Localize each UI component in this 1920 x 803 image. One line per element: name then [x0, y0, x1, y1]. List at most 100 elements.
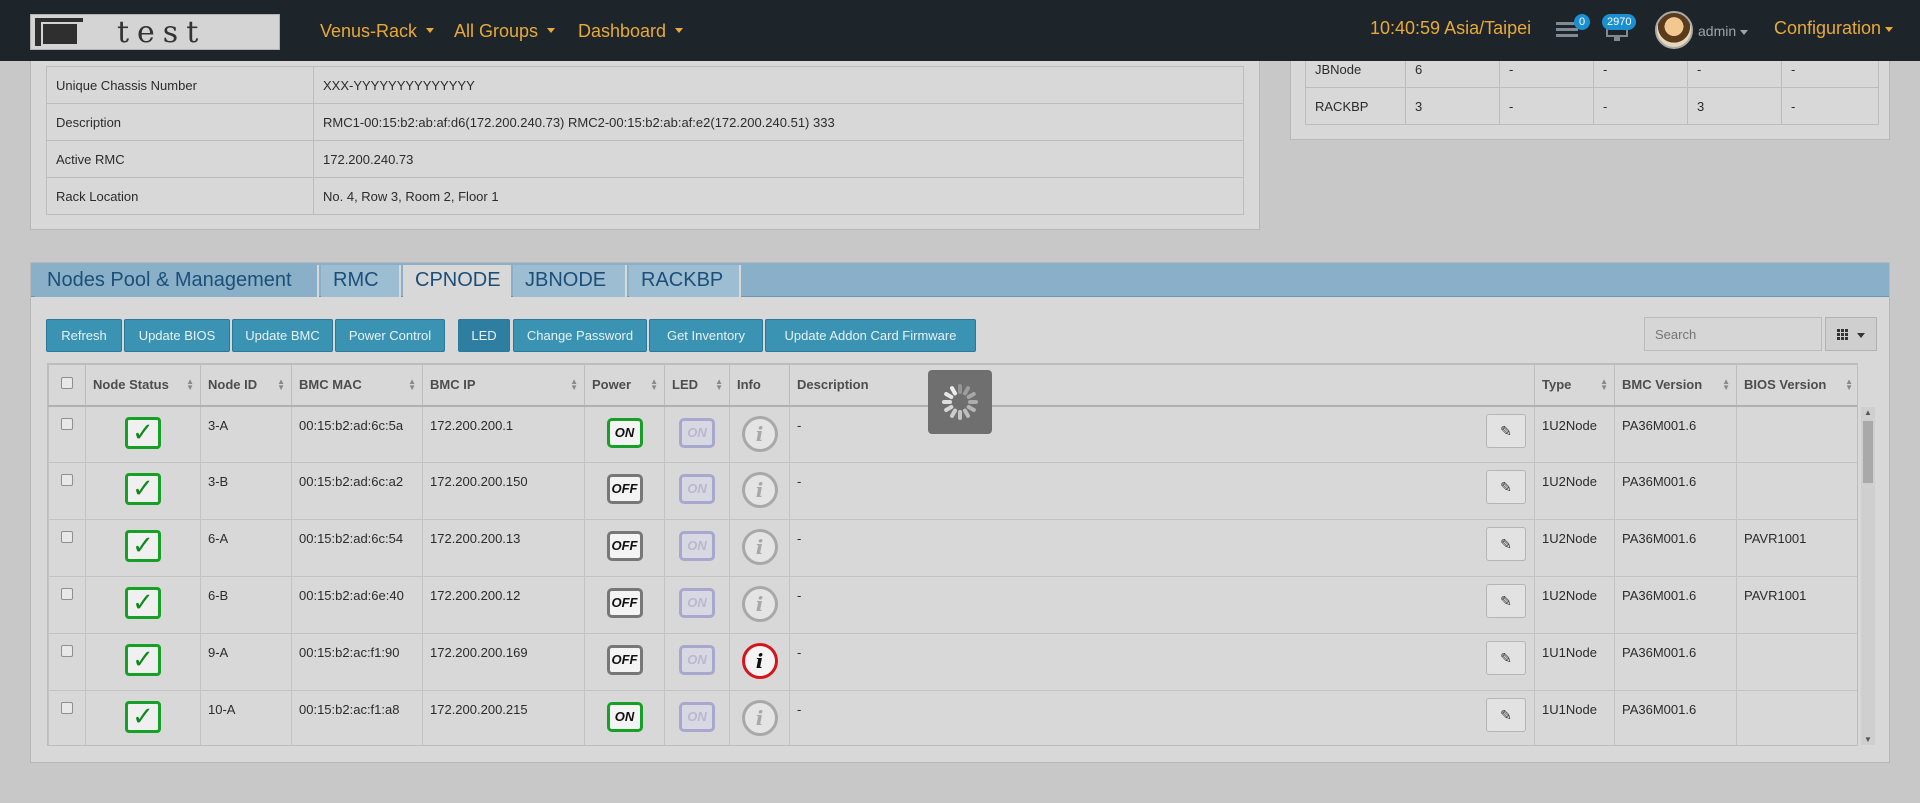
configuration-menu[interactable]: Configuration	[1774, 0, 1894, 56]
col-power[interactable]: Power ▲ ▼	[584, 364, 665, 407]
info-icon[interactable]: i	[741, 700, 778, 736]
edit-description-button[interactable]: ✎	[1486, 698, 1526, 732]
columns-toggle-button[interactable]	[1825, 317, 1877, 351]
sort-icon: ▲ ▼	[186, 377, 194, 392]
user-menu[interactable]: admin	[1698, 0, 1749, 62]
row-checkbox[interactable]	[61, 588, 73, 600]
update-addon-firmware-button[interactable]: Update Addon Card Firmware	[765, 319, 976, 352]
logo-mark-icon	[35, 18, 83, 46]
power-toggle[interactable]: ON	[606, 417, 643, 448]
info-icon[interactable]: i	[741, 643, 778, 679]
edit-description-button[interactable]: ✎	[1486, 584, 1526, 618]
led-toggle[interactable]: ON	[679, 531, 715, 561]
bmc-ip-link[interactable]: 172.200.200.215	[422, 690, 585, 745]
led-toggle[interactable]: ON	[679, 702, 715, 732]
update-bmc-button[interactable]: Update BMC	[232, 319, 333, 352]
refresh-button[interactable]: Refresh	[46, 319, 122, 352]
col-node-status[interactable]: Node Status ▲ ▼	[85, 364, 201, 407]
col-node-id[interactable]: Node ID ▲ ▼	[200, 364, 292, 407]
info-icon[interactable]: i	[741, 529, 778, 565]
scroll-up-icon[interactable]: ▲	[1864, 408, 1872, 417]
led-cell: ON	[664, 690, 730, 745]
change-password-button[interactable]: Change Password	[513, 319, 647, 352]
get-inventory-button[interactable]: Get Inventory	[649, 319, 763, 352]
info-icon[interactable]: i	[741, 472, 778, 508]
table-row[interactable]: ✓ 6-B 00:15:b2:ad:6e:40 172.200.200.12 OFF ON…	[48, 576, 1857, 634]
tab-rackbp[interactable]: RACKBP	[629, 265, 741, 297]
menu-venus-rack[interactable]: Venus-Rack	[320, 0, 435, 61]
bmc-version: PA36M001.6	[1614, 462, 1737, 520]
bmc-mac: 00:15:b2:ad:6c:54	[291, 519, 423, 577]
status-ok-icon: ✓	[125, 701, 161, 733]
col-bmc-version[interactable]: BMC Version ▲ ▼	[1614, 364, 1737, 407]
bmc-ip-link[interactable]: 172.200.200.12	[422, 576, 585, 634]
node-status-cell: ✓	[85, 462, 201, 520]
edit-description-button[interactable]: ✎	[1486, 527, 1526, 561]
row-checkbox[interactable]	[61, 645, 73, 657]
tab-nodes-pool[interactable]: Nodes Pool & Management	[35, 265, 319, 297]
col-bios-version[interactable]: BIOS Version ▲ ▼	[1736, 364, 1857, 407]
table-row[interactable]: ✓ 9-A 00:15:b2:ac:f1:90 172.200.200.169 OFF O…	[48, 633, 1857, 691]
bmc-ip-link[interactable]: 172.200.200.169	[422, 633, 585, 691]
led-cell: ON	[664, 519, 730, 577]
power-cell: ON	[584, 405, 665, 463]
logo[interactable]: test	[30, 14, 280, 50]
logo-text: test	[117, 15, 207, 50]
col-bmc-ip[interactable]: BMC IP ▲ ▼	[422, 364, 585, 407]
scroll-down-icon[interactable]: ▼	[1864, 735, 1872, 744]
power-toggle[interactable]: OFF	[606, 588, 643, 618]
description-cell: - ✎	[789, 519, 1535, 577]
bmc-ip-link[interactable]: 172.200.200.150	[422, 462, 585, 520]
led-button[interactable]: LED	[458, 319, 510, 352]
power-toggle[interactable]: OFF	[606, 531, 643, 561]
info-icon[interactable]: i	[741, 586, 778, 622]
table-row[interactable]: ✓ 3-B 00:15:b2:ad:6c:a2 172.200.200.150 OFF O…	[48, 462, 1857, 520]
power-toggle[interactable]: ON	[606, 702, 643, 732]
scroll-thumb[interactable]	[1863, 421, 1873, 483]
bios-version	[1736, 405, 1857, 463]
led-toggle[interactable]: ON	[679, 588, 715, 618]
table-row[interactable]: ✓ 6-A 00:15:b2:ad:6c:54 172.200.200.13 OFF ON…	[48, 519, 1857, 577]
bmc-ip-link[interactable]: 172.200.200.1	[422, 405, 585, 463]
table-row: Description RMC1-00:15:b2:ab:af:d6(172.20…	[46, 103, 1244, 141]
led-toggle[interactable]: ON	[679, 417, 715, 448]
select-all-header	[48, 364, 86, 407]
col-type[interactable]: Type ▲ ▼	[1534, 364, 1615, 407]
table-row[interactable]: ✓ 10-A 00:15:b2:ac:f1:a8 172.200.200.215 ON O…	[48, 690, 1857, 745]
led-toggle[interactable]: ON	[679, 474, 715, 504]
row-checkbox[interactable]	[61, 474, 73, 486]
row-checkbox[interactable]	[61, 702, 73, 714]
info-icon[interactable]: i	[741, 415, 778, 452]
tab-cpnode[interactable]: CPNODE	[403, 265, 511, 297]
power-control-button[interactable]: Power Control	[335, 319, 445, 352]
tab-rmc[interactable]: RMC	[321, 265, 401, 297]
menu-all-groups[interactable]: All Groups	[454, 0, 556, 61]
node-id: 3-B	[200, 462, 292, 520]
tab-jbnode[interactable]: JBNODE	[513, 265, 627, 297]
node-id: 9-A	[200, 633, 292, 691]
description-cell: - ✎	[789, 576, 1535, 634]
row-checkbox-cell	[48, 690, 86, 745]
node-status-cell: ✓	[85, 576, 201, 634]
avatar[interactable]	[1655, 11, 1693, 49]
bios-version	[1736, 462, 1857, 520]
search-input[interactable]	[1644, 317, 1822, 351]
menu-dashboard[interactable]: Dashboard	[578, 0, 684, 61]
power-toggle[interactable]: OFF	[606, 645, 643, 675]
row-checkbox-cell	[48, 633, 86, 691]
edit-description-button[interactable]: ✎	[1486, 470, 1526, 504]
sort-icon: ▲ ▼	[1722, 377, 1730, 392]
active-rmc-link[interactable]: 172.200.240.73	[313, 140, 1244, 178]
edit-description-button[interactable]: ✎	[1486, 641, 1526, 675]
col-bmc-mac[interactable]: BMC MAC ▲ ▼	[291, 364, 423, 407]
row-checkbox[interactable]	[61, 417, 73, 430]
power-toggle[interactable]: OFF	[606, 474, 643, 504]
table-scrollbar[interactable]: ▲ ▼	[1861, 407, 1875, 745]
select-all-checkbox[interactable]	[61, 377, 73, 390]
edit-description-button[interactable]: ✎	[1486, 413, 1526, 448]
col-led[interactable]: LED ▲ ▼	[664, 364, 730, 407]
row-checkbox[interactable]	[61, 531, 73, 543]
bmc-ip-link[interactable]: 172.200.200.13	[422, 519, 585, 577]
update-bios-button[interactable]: Update BIOS	[124, 319, 230, 352]
led-toggle[interactable]: ON	[679, 645, 715, 675]
